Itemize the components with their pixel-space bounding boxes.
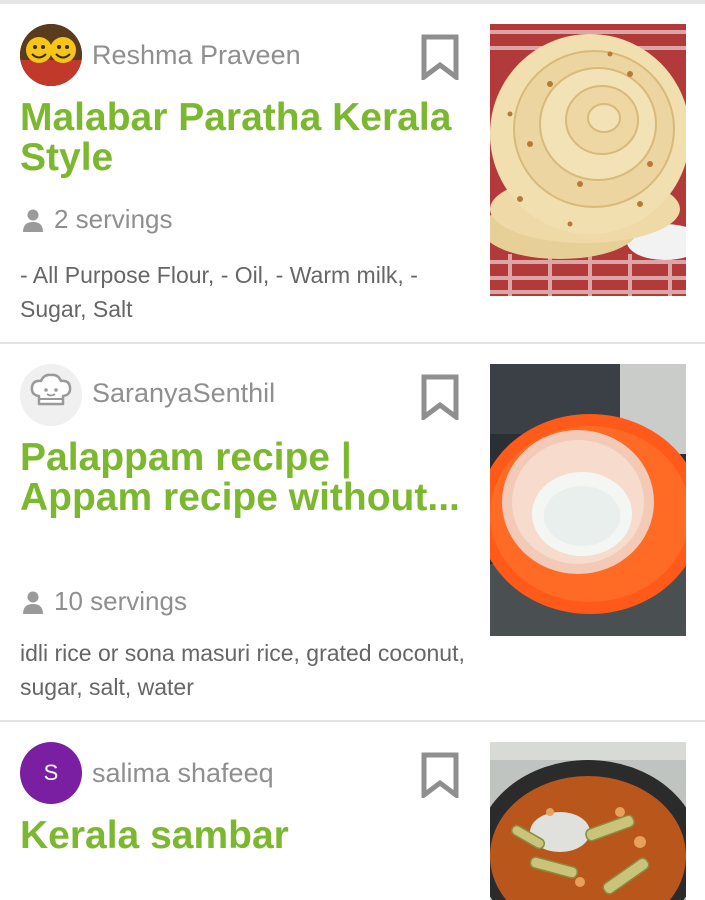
recipe-card[interactable]: Reshma Praveen Malabar Paratha Kerala St… [0, 4, 705, 344]
avatar-initial: S [43, 760, 59, 785]
author-name[interactable]: salima shafeeq [92, 758, 274, 789]
person-icon [23, 591, 43, 614]
chef-hat-icon [20, 364, 82, 426]
author-name[interactable]: SaranyaSenthil [92, 378, 275, 409]
recipe-photo[interactable] [490, 364, 686, 636]
servings-info: 2 servings [20, 204, 173, 235]
avatar[interactable]: S [20, 742, 82, 804]
recipe-title[interactable]: Malabar Paratha Kerala Style [20, 98, 470, 178]
bookmark-icon[interactable] [420, 34, 460, 82]
recipe-card[interactable]: S salima shafeeq Kerala sambar [0, 722, 705, 900]
avatar[interactable] [20, 24, 82, 86]
recipe-card[interactable]: SaranyaSenthil Palappam recipe | Appam r… [0, 344, 705, 722]
ingredients-list: idli rice or sona masuri rice, grated co… [20, 640, 465, 700]
recipe-photo[interactable] [490, 742, 686, 900]
person-icon [23, 209, 43, 232]
servings-count: 10 servings [54, 586, 187, 616]
recipe-photo[interactable] [490, 24, 686, 296]
servings-info: 10 servings [20, 586, 187, 617]
author-name[interactable]: Reshma Praveen [92, 40, 301, 71]
avatar[interactable] [20, 364, 82, 426]
ingredients-list: - All Purpose Flour, - Oil, - Warm milk,… [20, 262, 418, 322]
recipe-title[interactable]: Palappam recipe | Appam recipe without..… [20, 438, 470, 518]
bookmark-icon[interactable] [420, 752, 460, 800]
recipe-title[interactable]: Kerala sambar [20, 816, 470, 856]
bookmark-icon[interactable] [420, 374, 460, 422]
servings-count: 2 servings [54, 204, 173, 234]
